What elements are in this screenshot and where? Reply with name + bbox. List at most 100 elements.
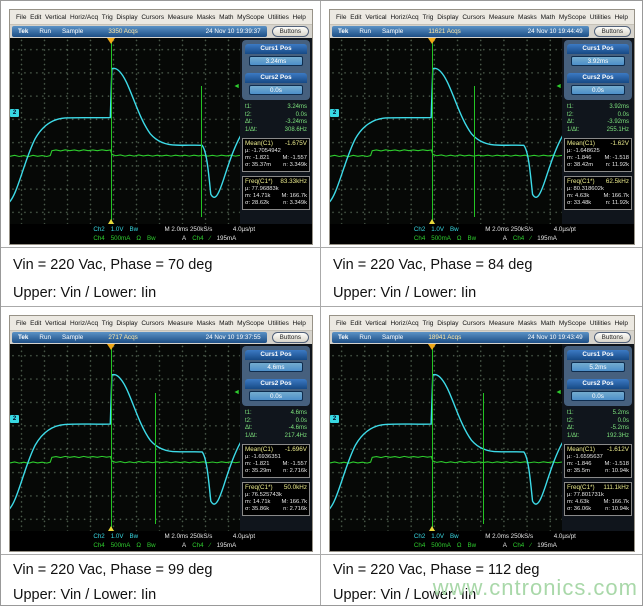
menu-trig[interactable]: Trig xyxy=(422,14,433,21)
menu-myscope[interactable]: MyScope xyxy=(559,14,586,21)
menu-measure[interactable]: Measure xyxy=(489,14,514,21)
readout-t1: t1: 5.2ms xyxy=(567,410,629,418)
mean-min: m: -1.821 xyxy=(245,461,270,468)
cursor-line-2[interactable] xyxy=(155,393,156,524)
freq-label: Freq(C1*) xyxy=(245,178,273,186)
freq-sigma: σ: 28.62k xyxy=(245,200,269,207)
cursor-line-1[interactable] xyxy=(432,40,433,222)
menu-help[interactable]: Help xyxy=(293,14,306,21)
menu-masks[interactable]: Masks xyxy=(518,14,537,21)
menu-file[interactable]: File xyxy=(16,320,26,327)
menu-horiz-acq[interactable]: Horiz/Acq xyxy=(70,320,98,327)
menu-measure[interactable]: Measure xyxy=(489,320,514,327)
scope-main-row: 2 ◄ Curs1 Pos 5.2ms Curs2 Pos 0.0s t xyxy=(330,344,634,531)
menu-cursors[interactable]: Cursors xyxy=(462,320,485,327)
menu-file[interactable]: File xyxy=(336,320,346,327)
menu-utilities[interactable]: Utilities xyxy=(268,14,289,21)
curs2-pos-value[interactable]: 0.0s xyxy=(249,85,303,95)
cursor-line-1[interactable] xyxy=(111,40,112,222)
menu-trig[interactable]: Trig xyxy=(102,320,113,327)
curs2-box: Curs2 Pos 0.0s xyxy=(567,73,629,95)
acquisition-count: 18941 Acqs xyxy=(428,334,461,341)
menu-file[interactable]: File xyxy=(336,14,346,21)
curs1-pos-value[interactable]: 5.2ms xyxy=(571,362,625,372)
menu-help[interactable]: Help xyxy=(615,320,628,327)
menu-display[interactable]: Display xyxy=(437,14,458,21)
ch4-coupling-icon: Ω xyxy=(457,234,462,243)
t1-label: t1: xyxy=(567,410,574,418)
mean-measurement-box: Mean(C1) -1.62V µ: -1.648625 m: -1.846 M… xyxy=(564,138,632,172)
menu-math[interactable]: Math xyxy=(541,320,555,327)
menu-display[interactable]: Display xyxy=(116,320,137,327)
buttons-button[interactable]: Buttons xyxy=(272,332,309,343)
inv-dt-label: 1/Δt: xyxy=(567,433,579,441)
menu-vertical[interactable]: Vertical xyxy=(45,320,66,327)
menu-display[interactable]: Display xyxy=(116,14,137,21)
freq-minmax-row: m: 4.63k M: 166.7k xyxy=(567,499,629,506)
menu-help[interactable]: Help xyxy=(615,14,628,21)
menu-math[interactable]: Math xyxy=(541,14,555,21)
readout-dt: Δt: -3.24ms xyxy=(245,119,307,127)
mean-mu-row: µ: -1.6595637 xyxy=(567,454,629,461)
menu-math[interactable]: Math xyxy=(219,320,233,327)
curs1-pos-value[interactable]: 3.92ms xyxy=(571,56,625,66)
readout-dt: Δt: -5.2ms xyxy=(567,425,629,433)
menu-trig[interactable]: Trig xyxy=(422,320,433,327)
menu-myscope[interactable]: MyScope xyxy=(559,320,586,327)
trigger-a-label: A xyxy=(503,234,507,243)
menu-myscope[interactable]: MyScope xyxy=(237,320,264,327)
menu-edit[interactable]: Edit xyxy=(350,320,361,327)
cursor-line-2[interactable] xyxy=(474,86,475,216)
menu-cursors[interactable]: Cursors xyxy=(462,14,485,21)
curs2-pos-value[interactable]: 0.0s xyxy=(571,391,625,401)
menu-myscope[interactable]: MyScope xyxy=(237,14,264,21)
caption-bottom-left: Vin = 220 Vac, Phase = 99 deg Upper: Vin… xyxy=(1,555,321,605)
menu-masks[interactable]: Masks xyxy=(197,320,216,327)
curs2-pos-value[interactable]: 0.0s xyxy=(571,85,625,95)
menu-measure[interactable]: Measure xyxy=(168,320,193,327)
scope-right-panel: Curs1 Pos 3.24ms Curs2 Pos 0.0s t1: 3.24… xyxy=(240,38,312,224)
trigger-level: 195mA xyxy=(217,541,237,550)
menu-utilities[interactable]: Utilities xyxy=(590,320,611,327)
menu-display[interactable]: Display xyxy=(437,320,458,327)
curs1-pos-value[interactable]: 3.24ms xyxy=(249,56,303,66)
menu-vertical[interactable]: Vertical xyxy=(45,14,66,21)
menu-trig[interactable]: Trig xyxy=(102,14,113,21)
curs1-pos-value[interactable]: 4.6ms xyxy=(249,362,303,372)
menu-math[interactable]: Math xyxy=(219,14,233,21)
menu-horiz-acq[interactable]: Horiz/Acq xyxy=(390,14,418,21)
menu-utilities[interactable]: Utilities xyxy=(590,14,611,21)
cursor-arrow-icon: ◄ xyxy=(555,389,562,396)
curs2-pos-value[interactable]: 0.0s xyxy=(249,391,303,401)
curs2-box: Curs2 Pos 0.0s xyxy=(245,379,307,401)
freq-min: m: 14.71k xyxy=(245,193,270,200)
cursor-line-1[interactable] xyxy=(432,346,433,529)
scope-statusbar: Tek Run Sample 11621 Acqs 24 Nov 10 19:4… xyxy=(332,26,589,37)
menu-file[interactable]: File xyxy=(16,14,26,21)
t2-label: t2: xyxy=(567,112,574,120)
cursor-line-2[interactable] xyxy=(483,393,484,524)
menu-edit[interactable]: Edit xyxy=(30,14,41,21)
mean-min: m: -1.846 xyxy=(567,461,592,468)
menu-masks[interactable]: Masks xyxy=(197,14,216,21)
menu-horiz-acq[interactable]: Horiz/Acq xyxy=(70,14,98,21)
buttons-button[interactable]: Buttons xyxy=(594,26,631,37)
ch4-scale: 500mA xyxy=(111,234,131,243)
menu-edit[interactable]: Edit xyxy=(350,14,361,21)
cursor-line-1[interactable] xyxy=(111,346,112,529)
mean-label: Mean(C1) xyxy=(567,140,595,148)
menu-vertical[interactable]: Vertical xyxy=(365,320,386,327)
cursor-line-2[interactable] xyxy=(201,86,202,216)
menu-cursors[interactable]: Cursors xyxy=(141,14,164,21)
menu-masks[interactable]: Masks xyxy=(518,320,537,327)
menu-help[interactable]: Help xyxy=(293,320,306,327)
menu-horiz-acq[interactable]: Horiz/Acq xyxy=(390,320,418,327)
buttons-button[interactable]: Buttons xyxy=(272,26,309,37)
buttons-button[interactable]: Buttons xyxy=(594,332,631,343)
menu-utilities[interactable]: Utilities xyxy=(268,320,289,327)
menu-cursors[interactable]: Cursors xyxy=(141,320,164,327)
menu-measure[interactable]: Measure xyxy=(168,14,193,21)
menu-vertical[interactable]: Vertical xyxy=(365,14,386,21)
quadrant-grid: File Edit Vertical Horiz/Acq Trig Displa… xyxy=(1,1,642,605)
menu-edit[interactable]: Edit xyxy=(30,320,41,327)
